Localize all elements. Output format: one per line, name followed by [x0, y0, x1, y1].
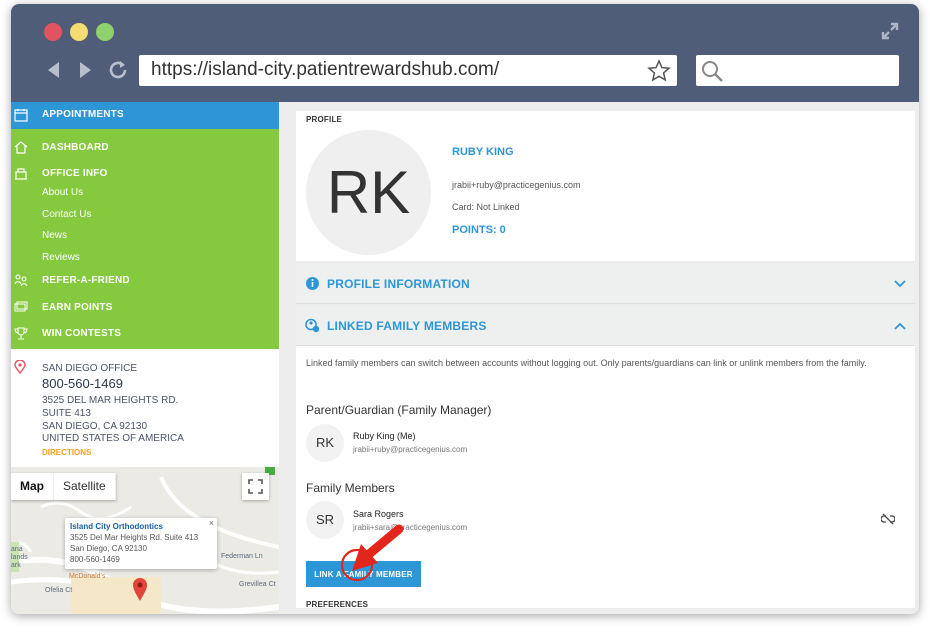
sidebar-subitem-contact-us[interactable]: Contact Us	[42, 209, 91, 220]
unlink-icon[interactable]	[881, 512, 895, 526]
sidebar-item-earn[interactable]: EARN POINTS	[42, 302, 113, 313]
reload-icon[interactable]	[107, 59, 129, 81]
sidebar-item-office-info[interactable]: OFFICE INFO	[42, 168, 108, 179]
info-title: Island City Orthodontics	[70, 522, 163, 531]
linked-description: Linked family members can switch between…	[306, 358, 867, 368]
back-icon[interactable]	[43, 59, 65, 81]
profile-card: PROFILE RK RUBY KING jrabii+ruby@practic…	[296, 111, 915, 261]
annotation-arrow-icon	[340, 524, 404, 582]
info-address: 3525 Del Mar Heights Rd. Suite 413	[70, 533, 199, 542]
section-label-preferences: PREFERENCES	[306, 600, 369, 609]
office-address-line1: 3525 DEL MAR HEIGHTS RD.	[42, 395, 179, 406]
maximize-window-button[interactable]	[96, 23, 114, 41]
expand-icon[interactable]	[881, 22, 899, 40]
map-tab-satellite[interactable]: Satellite	[54, 473, 116, 500]
map-label-park: ana lands ark	[11, 546, 28, 569]
sidebar-subitem-reviews[interactable]: Reviews	[42, 252, 80, 263]
sidebar: APPOINTMENTS DASHBOARD OFFICE INFO About…	[11, 102, 279, 614]
url-text: https://island-city.patientrewardshub.co…	[151, 59, 500, 80]
section-label-profile: PROFILE	[306, 115, 343, 124]
map-type-tabs: Map Satellite	[11, 473, 116, 500]
office-name: SAN DIEGO OFFICE	[42, 363, 138, 374]
sidebar-subitem-news[interactable]: News	[42, 230, 67, 241]
member-name: Sara Rogers	[353, 509, 404, 519]
map-label-grevillea: Grevillea Ct	[239, 581, 276, 588]
profile-email: jrabii+ruby@practicegenius.com	[452, 180, 581, 190]
location-pin-icon	[14, 360, 26, 374]
address-bar[interactable]: https://island-city.patientrewardshub.co…	[139, 55, 677, 86]
accordion-profile-information[interactable]: PROFILE INFORMATION	[296, 264, 915, 304]
profile-card-status: Card: Not Linked	[452, 202, 520, 212]
browser-search-box[interactable]	[696, 55, 899, 86]
office-phone[interactable]: 800-560-1469	[42, 376, 123, 391]
trophy-icon	[14, 327, 28, 340]
close-window-button[interactable]	[44, 23, 62, 41]
office-info-block: SAN DIEGO OFFICE 800-560-1469 3525 DEL M…	[11, 349, 279, 467]
sidebar-item-refer[interactable]: REFER-A-FRIEND	[42, 275, 130, 286]
info-circle-icon	[306, 277, 319, 290]
sidebar-item-win[interactable]: WIN CONTESTS	[42, 328, 121, 339]
map-label-federman: Federman Ln	[221, 553, 263, 560]
map-label-ofelia: Ofelia Ct	[45, 587, 73, 594]
sidebar-item-label: APPOINTMENTS	[42, 109, 124, 120]
guardian-email: jrabii+ruby@practicegenius.com	[353, 445, 468, 454]
calendar-icon	[14, 109, 28, 122]
guardian-name: Ruby King (Me)	[353, 431, 416, 441]
cash-icon	[14, 301, 28, 312]
office-city: SAN DIEGO, CA 92130	[42, 421, 148, 432]
search-icon	[702, 61, 723, 82]
chevron-down-icon	[894, 280, 906, 288]
family-link-icon	[305, 318, 320, 333]
accordion-label: PROFILE INFORMATION	[327, 277, 470, 291]
sidebar-item-appointments[interactable]: APPOINTMENTS	[11, 102, 279, 129]
map-fullscreen-button[interactable]	[242, 473, 269, 500]
office-country: UNITED STATES OF AMERICA	[42, 433, 184, 444]
accordion-linked-family-members[interactable]: LINKED FAMILY MEMBERS	[296, 306, 915, 346]
map-tab-map[interactable]: Map	[11, 473, 54, 500]
map-info-window: Island City Orthodontics 3525 Del Mar He…	[65, 518, 217, 569]
bookmark-star-icon[interactable]	[647, 59, 671, 83]
browser-chrome: https://island-city.patientrewardshub.co…	[11, 4, 919, 102]
family-members-heading: Family Members	[306, 481, 395, 495]
browser-window: https://island-city.patientrewardshub.co…	[11, 4, 919, 614]
sidebar-nav: DASHBOARD OFFICE INFO About Us Contact U…	[11, 129, 279, 349]
home-icon	[14, 141, 28, 154]
people-icon	[14, 274, 28, 287]
avatar: RK	[306, 130, 431, 255]
fullscreen-icon	[248, 479, 263, 494]
chevron-up-icon	[894, 322, 906, 330]
sidebar-subitem-about-us[interactable]: About Us	[42, 187, 83, 198]
minimize-window-button[interactable]	[70, 23, 88, 41]
sidebar-item-dashboard[interactable]: DASHBOARD	[42, 142, 109, 153]
info-city: San Diego, CA 92130	[70, 544, 147, 553]
info-close-button[interactable]: ×	[209, 518, 214, 528]
info-phone: 800-560-1469	[70, 555, 120, 564]
office-address-line2: SUITE 413	[42, 408, 91, 419]
map-label-mcdonalds: McDonald's	[69, 573, 106, 580]
guardian-heading: Parent/Guardian (Family Manager)	[306, 403, 492, 417]
forward-icon[interactable]	[74, 59, 96, 81]
profile-name: RUBY KING	[452, 146, 514, 158]
office-icon	[15, 168, 27, 180]
office-map[interactable]: Map Satellite ana lands ark Ofelia Ct Mc…	[11, 467, 279, 614]
guardian-avatar: RK	[306, 424, 344, 462]
accordion-label: LINKED FAMILY MEMBERS	[327, 319, 487, 333]
directions-link[interactable]: DIRECTIONS	[42, 448, 91, 457]
profile-points: POINTS: 0	[452, 224, 506, 236]
map-marker-icon[interactable]	[132, 577, 148, 601]
